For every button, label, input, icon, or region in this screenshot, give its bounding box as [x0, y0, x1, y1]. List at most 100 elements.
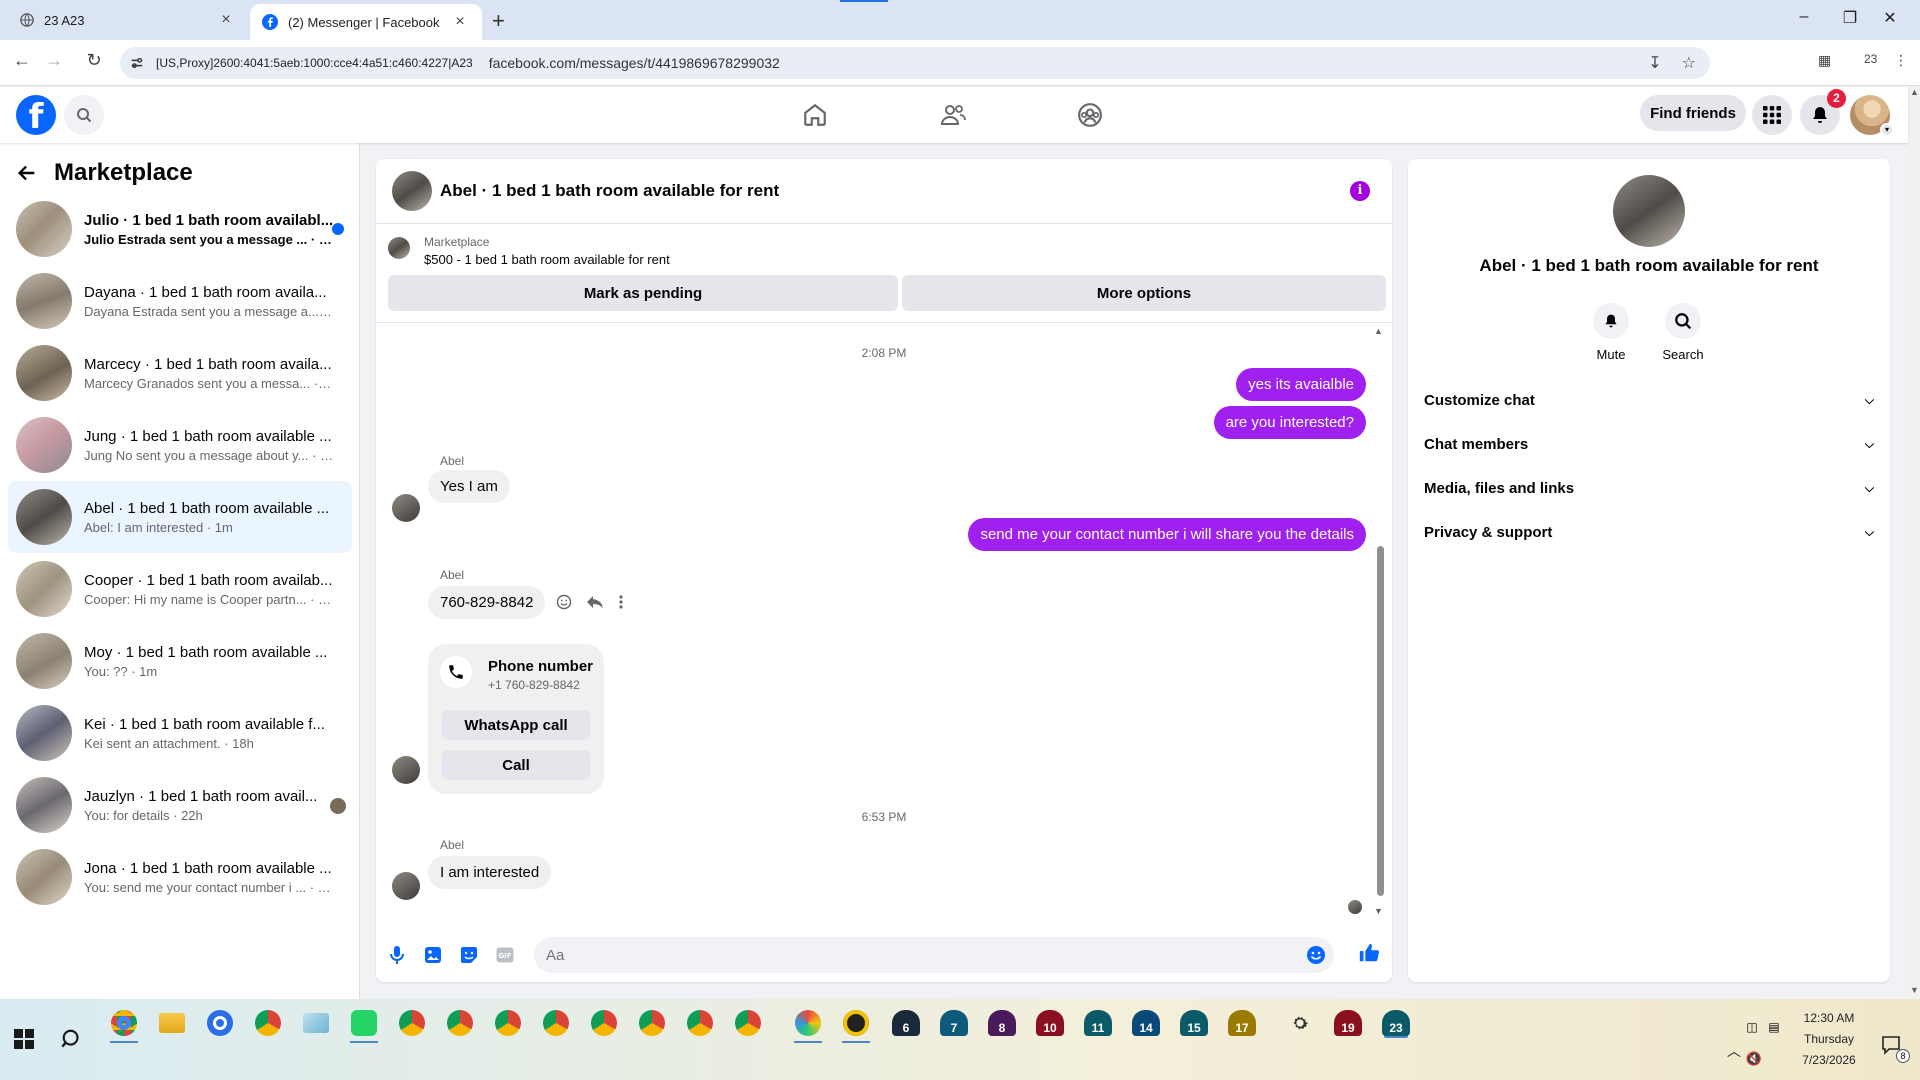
scroll-down-icon[interactable]: ▼	[1374, 906, 1383, 916]
chrome-app-icon[interactable]	[492, 1007, 524, 1039]
conversation-item[interactable]: Cooper · 1 bed 1 bath room availab... Coo…	[8, 553, 352, 625]
network-icon[interactable]: ▤	[1764, 1011, 1784, 1043]
numbered-app-icon[interactable]: 8	[988, 1010, 1016, 1036]
omnibox[interactable]: [US,Proxy]2600:4041:5aeb:1000:cce4:4a51:…	[120, 47, 1710, 79]
chrome-app-icon[interactable]	[588, 1007, 620, 1039]
file-explorer-icon[interactable]	[156, 1007, 188, 1039]
scroll-down-icon[interactable]: ▼	[1910, 985, 1919, 995]
numbered-app-icon[interactable]: 10	[1036, 1010, 1064, 1036]
whatsapp-call-button[interactable]: WhatsApp call	[442, 710, 590, 740]
info-icon[interactable]: i	[1350, 181, 1370, 201]
minimize-icon[interactable]: –	[1784, 8, 1824, 26]
chat-title[interactable]: Abel · 1 bed 1 bath room available for r…	[440, 181, 779, 201]
conversation-item[interactable]: Julio · 1 bed 1 bath room availabl... Jul…	[8, 193, 352, 265]
restore-icon[interactable]: ❐	[1830, 8, 1870, 28]
scroll-up-icon[interactable]: ▲	[1374, 326, 1383, 336]
sender-avatar[interactable]	[392, 494, 420, 522]
chrome-app-icon[interactable]	[396, 1007, 428, 1039]
browser-app-icon[interactable]	[204, 1007, 236, 1039]
chrome-app-icon[interactable]	[636, 1007, 668, 1039]
menu-grid-icon[interactable]	[1752, 95, 1792, 135]
listing-photo[interactable]	[1613, 175, 1685, 247]
react-emoji-icon[interactable]	[556, 594, 572, 610]
close-tab-icon[interactable]: ×	[216, 11, 236, 29]
privacy-support-section[interactable]: Privacy & support ⌵	[1424, 514, 1874, 550]
chrome-app-icon[interactable]	[444, 1007, 476, 1039]
conversation-item-active[interactable]: Abel · 1 bed 1 bath room available ... Ab…	[8, 481, 352, 553]
sender-avatar[interactable]	[392, 756, 420, 784]
conversation-item[interactable]: Moy · 1 bed 1 bath room available ... You…	[8, 625, 352, 697]
notifications-bell-icon[interactable]: 2	[1800, 89, 1846, 135]
call-button[interactable]: Call	[442, 750, 590, 780]
media-files-links-section[interactable]: Media, files and links ⌵	[1424, 470, 1874, 506]
mark-as-pending-button[interactable]: Mark as pending	[388, 275, 898, 311]
meet-icon[interactable]: ◫	[1742, 1011, 1762, 1043]
chrome-app-icon[interactable]	[540, 1007, 572, 1039]
numbered-app-icon[interactable]: 6	[892, 1010, 920, 1036]
notes-app-icon[interactable]	[300, 1007, 332, 1039]
numbered-app-icon[interactable]: 17	[1228, 1010, 1256, 1036]
numbered-app-icon[interactable]: 19	[1334, 1010, 1362, 1036]
scroll-up-icon[interactable]: ▲	[1910, 87, 1919, 97]
home-icon[interactable]	[795, 99, 835, 131]
reply-icon[interactable]	[586, 594, 604, 610]
back-icon[interactable]: ←	[8, 50, 36, 71]
volume-muted-icon[interactable]: 🔇	[1742, 1043, 1766, 1075]
conversation-item[interactable]: Jauzlyn · 1 bed 1 bath room avail... You:…	[8, 769, 352, 841]
incoming-message[interactable]: I am interested	[428, 856, 552, 889]
chat-avatar[interactable]	[392, 171, 432, 211]
emoji-icon[interactable]	[1306, 945, 1326, 970]
numbered-app-icon[interactable]: 11	[1084, 1010, 1112, 1036]
more-vertical-icon[interactable]	[618, 594, 624, 610]
chrome-app-icon[interactable]	[108, 1007, 140, 1043]
back-arrow-icon[interactable]	[16, 162, 38, 184]
chrome-app-icon[interactable]	[732, 1007, 764, 1039]
conversation-item[interactable]: Jung · 1 bed 1 bath room available ... Ju…	[8, 409, 352, 481]
window-close-icon[interactable]: ✕	[1870, 8, 1910, 28]
close-tab-icon[interactable]: ×	[450, 13, 470, 31]
site-settings-icon[interactable]	[130, 56, 144, 70]
numbered-app-icon[interactable]: 15	[1180, 1010, 1208, 1036]
groups-icon[interactable]	[1070, 99, 1110, 131]
taskbar-clock[interactable]: 12:30 AM Thursday 7/23/2026	[1784, 1008, 1874, 1071]
new-tab-icon[interactable]: +	[492, 8, 512, 34]
chrome-app-icon[interactable]	[684, 1007, 716, 1039]
chrome-app-icon[interactable]	[252, 1007, 284, 1039]
outgoing-message[interactable]: are you interested?	[1213, 406, 1366, 439]
install-app-icon[interactable]: ↧	[1648, 53, 1661, 73]
photo-icon[interactable]	[422, 944, 444, 966]
search-in-chat-button[interactable]: Search	[1653, 303, 1713, 362]
taskbar-search-icon[interactable]	[56, 1023, 88, 1055]
friends-icon[interactable]	[933, 99, 973, 131]
conversation-item[interactable]: Dayana · 1 bed 1 bath room availa... Daya…	[8, 265, 352, 337]
mute-button[interactable]: Mute	[1581, 303, 1641, 362]
forward-icon[interactable]: →	[40, 50, 68, 71]
scrollbar-thumb[interactable]	[1377, 546, 1384, 896]
xbox-app-icon[interactable]	[840, 1007, 872, 1043]
profile-avatar[interactable]: ▾	[1850, 95, 1894, 137]
url-text[interactable]: facebook.com/messages/t/4419869678299032	[489, 55, 780, 71]
message-scrollbar[interactable]: ▲ ▼	[1374, 326, 1384, 918]
browser-tab-1[interactable]: 23 A23 ×	[8, 4, 248, 36]
customize-chat-section[interactable]: Customize chat ⌵	[1424, 382, 1874, 418]
listing-title[interactable]: $500 - 1 bed 1 bath room available for r…	[424, 252, 670, 267]
more-options-button[interactable]: More options	[902, 275, 1386, 311]
numbered-app-icon[interactable]: 23	[1382, 1010, 1410, 1036]
settings-gear-icon[interactable]	[1284, 1007, 1316, 1039]
browser-menu-icon[interactable]: ⋮	[1894, 52, 1908, 69]
message-input[interactable]	[534, 937, 1334, 973]
outgoing-message[interactable]: yes its avaialble	[1236, 368, 1366, 401]
conversation-item[interactable]: Jona · 1 bed 1 bath room available ... Yo…	[8, 841, 352, 913]
find-friends-button[interactable]: Find friends	[1640, 95, 1746, 131]
windows-start-icon[interactable]	[8, 1023, 40, 1055]
gif-icon[interactable]: GIF	[494, 944, 516, 966]
whatsapp-app-icon[interactable]	[348, 1007, 380, 1043]
sender-avatar[interactable]	[392, 872, 420, 900]
like-thumbs-up-icon[interactable]	[1358, 942, 1380, 964]
search-icon[interactable]	[64, 95, 104, 135]
conversation-item[interactable]: Marcecy · 1 bed 1 bath room availa... Mar…	[8, 337, 352, 409]
conversation-item[interactable]: Kei · 1 bed 1 bath room available f... Ke…	[8, 697, 352, 769]
outgoing-message[interactable]: send me your contact number i will share…	[968, 518, 1366, 551]
microphone-icon[interactable]	[386, 944, 408, 966]
numbered-app-icon[interactable]: 7	[940, 1010, 968, 1036]
